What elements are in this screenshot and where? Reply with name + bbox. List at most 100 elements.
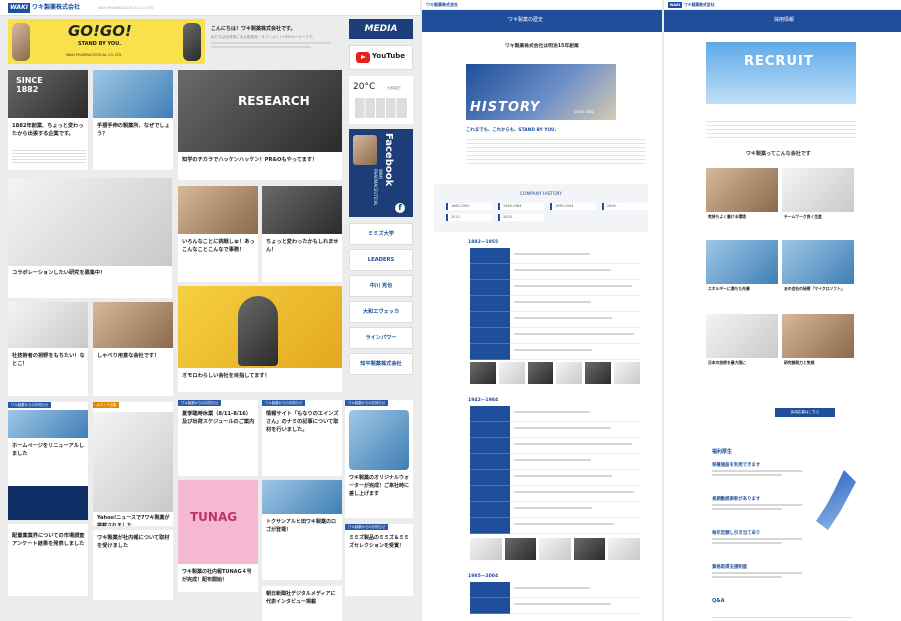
post-title: いろんなことに挑戦しゅ！あっこんなことこんなで事務！ [182,239,255,253]
recruit-tab-title: 採用情報 [774,17,795,23]
period-link[interactable]: 2011- [446,214,492,221]
post-card[interactable]: ちょっと変わったかもしれません！ [262,186,342,282]
news-card[interactable]: ワキ製薬からのお知らせ 情報サイト「もなりのエインズさん」のナミの記事について取… [262,400,342,476]
gogo-banner[interactable]: GO!GO! STAND BY YOU. WAKI PHARMACEUTICAL… [8,19,205,64]
history-text-line [514,443,633,445]
sidebar-link[interactable]: 大和エヴェッカ [349,301,413,323]
news-card[interactable]: メディア出演 Yahoo!ニュースで7ワキ製薬が掲載されました [93,402,173,526]
benefit-item: 毎年定額し引き当てあり [712,530,812,546]
youtube-play-icon [356,52,370,63]
post-title: 社技術者の視野をもちたい！なとこ！ [12,353,85,367]
period-link[interactable]: 1956-1984 [498,203,544,210]
news-badge: ワキ製薬からのお知らせ [8,402,52,408]
period-link[interactable]: 2005- [602,203,648,210]
history-year-cell [470,438,510,454]
media-button[interactable]: MEDIA [349,19,413,39]
history-text-line [514,603,612,605]
history-photo [614,362,640,384]
youtube-label: YouTube [372,52,405,60]
news-card[interactable]: 配置薬業界についての市場調査アンケート結果を発表しました [8,524,88,596]
recruit-logo[interactable]: WAKI [668,2,682,8]
post-since-1882[interactable]: SINCE 1882 1882年創業、ちょっと変わったから出張する企業です。 [8,70,88,170]
history-text-line [514,475,613,477]
benefit-text-line [712,474,782,476]
entry-button[interactable]: 採用応募はこちら [775,408,835,417]
post-title: コラボレーションしたい研究を募集中！ [12,270,106,276]
history-row [470,438,640,454]
history-text-line [514,253,590,255]
post-title: 知学のチカラでハッケンハッケン！PR&Oもやってます！ [182,157,318,163]
welfare-title: 福利厚生 [712,449,733,455]
post-collab[interactable]: コラボレーションしたい研究を募集中！ [8,178,172,298]
recruit-card[interactable]: エネルギーに満ちた先輩 [706,240,778,306]
news-photo [262,480,342,514]
news-card[interactable]: ワキ製薬からのお知らせ ホームページをリニューアルしました [8,402,88,520]
youtube-button[interactable]: YouTube [349,45,413,70]
history-text-cell [510,264,640,280]
period-link[interactable]: 1985-2004 [550,203,596,210]
post-omoro[interactable]: オモロわらしい会社を目指してます！ [178,286,342,392]
history-text-cell [510,312,640,328]
greeting-title: こんにちは！ワキ製薬株式会社です。 [211,26,296,32]
history-row [470,454,640,470]
history-text-cell [510,438,640,454]
post-photo [178,186,258,234]
sidebar-link[interactable]: LEADERS [349,249,413,271]
history-year-cell [470,296,510,312]
period-label: 1882-1955 [451,204,470,208]
benefit-title: 長期勤続表彰があります [712,497,761,502]
news-card[interactable]: トクサンアルヒ田ワキ製薬のロゴが登場！ [262,480,342,580]
recruit-card[interactable]: あの会社の秘密「マイクロソフト」 [782,240,854,306]
news-card[interactable]: ワキ製薬からのお知らせ ワキ製薬のオリジナルウォーターが完成！ご来社時に差し上げ… [345,400,413,518]
news-badge: メディア出演 [93,402,120,408]
recruit-card[interactable]: 研究開発力と気候 [782,314,854,380]
history-text-cell [510,328,640,344]
history-text-line [514,587,590,589]
history-photo [573,538,606,560]
news-card[interactable]: TUNAG ワキ製薬の社内報TUNAG４号が完成！配布開始！ [178,480,258,592]
post-card[interactable]: 社技術者の視野をもちたい！なとこ！ [8,302,88,396]
recruit-card[interactable]: チームワーク良く生産 [782,168,854,234]
sidebar-link-label: 知平製薬株式会社 [360,361,402,367]
sidebar-link[interactable]: 中川 克也 [349,275,413,297]
sidebar-link[interactable]: 知平製薬株式会社 [349,353,413,375]
period-label: 1985-2004 [555,204,574,208]
history-row [470,502,640,518]
history-year-cell [470,280,510,296]
since-label: SINCE 1882 [16,76,43,94]
sidebar-link[interactable]: ミミズ大学 [349,223,413,245]
benefit-text-line [712,508,782,510]
recruit-card[interactable]: 日本の技術を最大限に [706,314,778,380]
history-year-cell [470,454,510,470]
post-title: 1882年創業、ちょっと変わったから出張する企業です。 [12,123,84,137]
benefit-item: 保養施設を利用できます [712,462,812,478]
qa-item[interactable] [712,608,852,618]
post-title: しゃべり用意な会社です！ [97,353,160,359]
post-card[interactable]: いろんなことに挑戦しゅ！あっこんなことこんなで事務！ [178,186,258,282]
period-link[interactable]: 2020- [498,214,544,221]
post-card[interactable]: 手摺手伸の製薬所、なぜでしょう？ [93,70,173,170]
sidebar-link[interactable]: ラインパワー [349,327,413,349]
history-text-cell [510,598,640,614]
news-card[interactable]: ワキ製薬からのお知らせ ミミズ製品のミミズ＆ミミズセレクションを受賞！ [345,524,413,596]
news-title: 夏季臨時休業（8/11-8/16）及び出荷スケジュールのご案内 [182,411,255,425]
era-label-1: 1882—1955 [468,240,499,245]
post-research[interactable]: RESEARCH 知学のチカラでハッケンハッケン！PR&Oもやってます！ [178,70,342,180]
facebook-banner[interactable]: Facebook WAKI PHARMACEUTICAL f [349,129,413,217]
news-card[interactable]: 朝日新聞社デジタルメディアに代表インタビュー掲載 [262,586,342,621]
facebook-person-photo [353,135,377,165]
benefit-title: 保養施設を利用できます [712,463,761,468]
history-text-cell [510,582,640,598]
news-card[interactable]: ワキ製薬が社内報について取材を受けました [93,530,173,600]
period-link[interactable]: 1882-1955 [446,203,492,210]
history-logo[interactable]: ワキ製薬株式会社 [426,2,458,8]
recruit-card-photo [782,168,854,212]
history-text-line [514,333,634,335]
post-card[interactable]: しゃべり用意な会社です！ [93,302,173,396]
waki-logo[interactable]: WAKI [8,3,30,13]
post-photo [8,178,172,266]
history-photo [608,538,640,560]
news-card[interactable]: ワキ製薬からのお知らせ 夏季臨時休業（8/11-8/16）及び出荷スケジュールの… [178,400,258,476]
recruit-card[interactable]: 気持ちよく働ける環境 [706,168,778,234]
news-title: トクサンアルヒ田ワキ製薬のロゴが登場！ [266,519,336,533]
